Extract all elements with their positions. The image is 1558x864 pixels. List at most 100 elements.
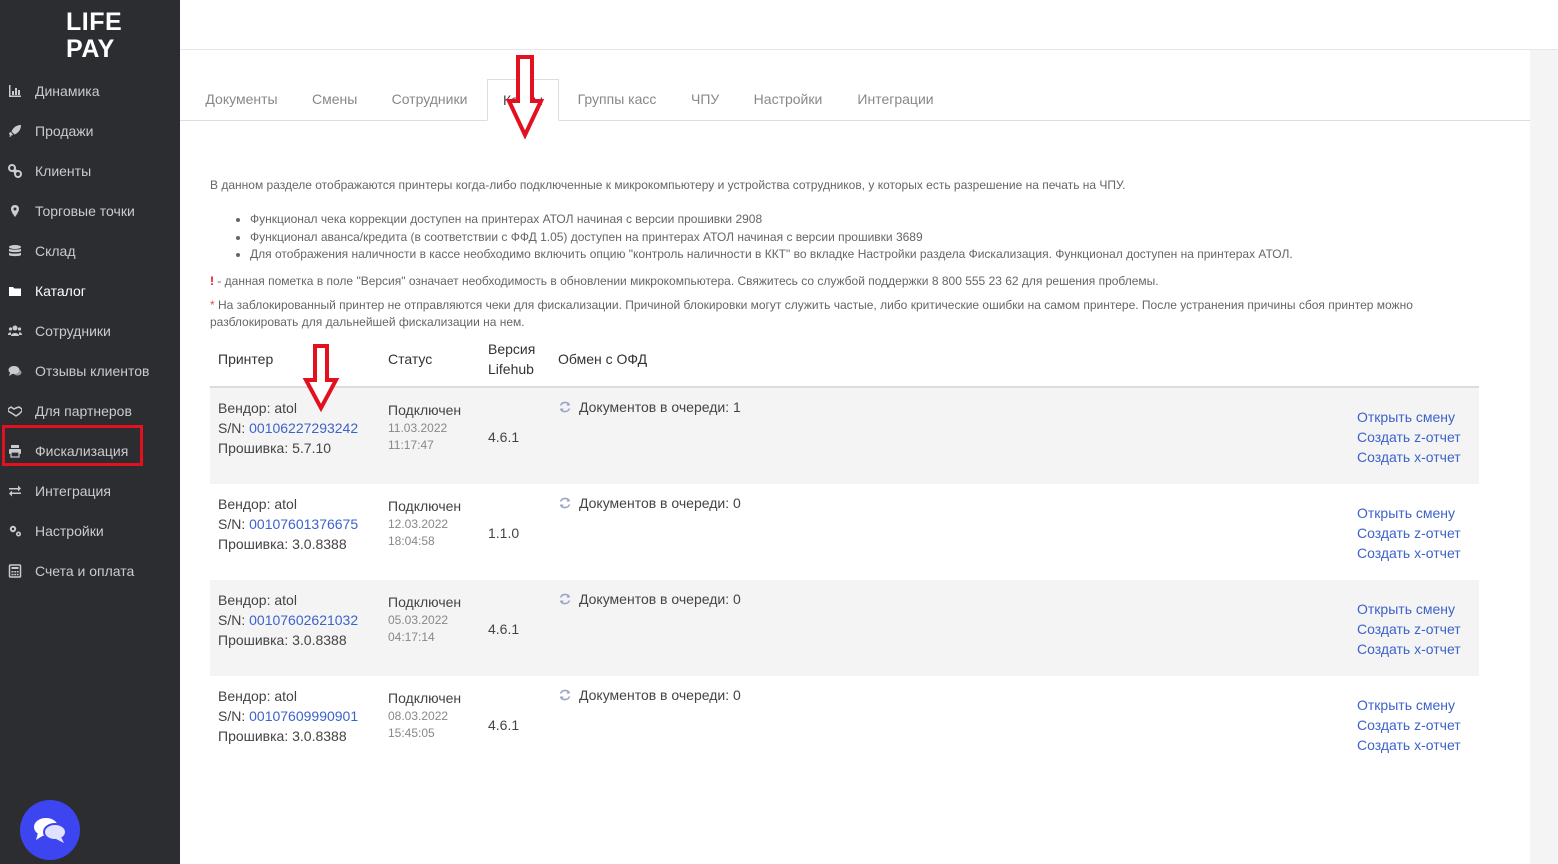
serial-number: S/N: 00107601376675	[218, 516, 359, 532]
info-bullet: Для отображения наличности в кассе необх…	[250, 246, 1293, 264]
sidebar-item-label: Каталог	[35, 283, 86, 299]
queue-count: Документов в очереди: 0	[579, 687, 741, 703]
open-shift-link[interactable]: Открыть смену	[1357, 503, 1461, 523]
sidebar-item-rocket[interactable]: Продажи	[0, 111, 180, 151]
lifehub-version: 4.6.1	[488, 621, 520, 637]
lifehub-version: 4.6.1	[488, 717, 520, 733]
serial-number: S/N: 00107602621032	[218, 612, 359, 628]
x-report-link[interactable]: Создать х-отчет	[1357, 735, 1461, 755]
sidebar-item-users[interactable]: Сотрудники	[0, 311, 180, 351]
handshake-icon	[8, 404, 22, 418]
sidebar-item-calculator[interactable]: Счета и оплата	[0, 551, 180, 591]
sidebar-item-cogs[interactable]: Настройки	[0, 511, 180, 551]
status-text: Подключен	[388, 402, 462, 418]
logo[interactable]: LIFE PAY	[66, 9, 122, 63]
z-report-link[interactable]: Создать z-отчет	[1357, 619, 1461, 639]
sync-icon[interactable]	[558, 591, 572, 605]
queue-count: Документов в очереди: 0	[579, 495, 741, 511]
status-cell: Подключен 08.03.2022 15:45:05	[388, 688, 461, 742]
sync-icon[interactable]	[558, 399, 572, 413]
status-time: 04:17:14	[388, 630, 435, 644]
ofd-exchange: Документов в очереди: 0	[558, 493, 741, 513]
scrollbar-track[interactable]	[1530, 50, 1558, 864]
sidebar-item-bar-chart[interactable]: Динамика	[0, 71, 180, 111]
sidebar-item-label: Интеграция	[35, 483, 111, 499]
sidebar-item-label: Продажи	[35, 123, 94, 139]
status-time: 18:04:58	[388, 534, 435, 548]
status-cell: Подключен 05.03.2022 04:17:14	[388, 592, 461, 646]
x-report-link[interactable]: Создать х-отчет	[1357, 543, 1461, 563]
row-actions: Открыть смену Создать z-отчет Создать х-от…	[1357, 695, 1461, 755]
serial-link[interactable]: 00107602621032	[249, 612, 358, 628]
tab-6[interactable]: Настройки	[753, 79, 823, 120]
info-bullets: Функционал чека коррекции доступен на пр…	[210, 211, 1293, 264]
folder-icon	[8, 284, 22, 298]
z-report-link[interactable]: Создать z-отчет	[1357, 523, 1461, 543]
vendor: Вендор: atol	[218, 592, 297, 608]
status-date: 11.03.2022	[388, 421, 448, 435]
ofd-exchange: Документов в очереди: 0	[558, 589, 741, 609]
tab-1[interactable]: Смены	[312, 79, 357, 120]
sidebar: LIFE PAY Динамика Продажи Клиенты Торговые …	[0, 0, 180, 864]
tab-4[interactable]: Группы касс	[577, 79, 657, 120]
tab-2[interactable]: Сотрудники	[391, 79, 468, 120]
tab-7[interactable]: Интеграции	[857, 79, 934, 120]
sidebar-item-label: Отзывы клиентов	[35, 363, 150, 379]
x-report-link[interactable]: Создать х-отчет	[1357, 639, 1461, 659]
firmware: Прошивка: 3.0.8388	[218, 728, 347, 744]
table-row: Вендор: atol S/N: 00107602621032 Прошивка:…	[210, 580, 1479, 676]
status-cell: Подключен 11.03.2022 11:17:47	[388, 400, 461, 454]
printer-info: Вендор: atol S/N: 00107601376675 Прошивка:…	[218, 494, 358, 554]
status-time: 11:17:47	[388, 438, 434, 452]
serial-link[interactable]: 00107601376675	[249, 516, 358, 532]
top-bar	[180, 0, 1558, 50]
header-version: Версия Lifehub	[488, 341, 536, 377]
map-marker-icon	[8, 204, 22, 218]
sidebar-item-label: Динамика	[35, 83, 100, 99]
printer-info: Вендор: atol S/N: 00107602621032 Прошивка:…	[218, 590, 358, 650]
status-text: Подключен	[388, 594, 462, 610]
vendor: Вендор: atol	[218, 496, 297, 512]
tab-0[interactable]: Документы	[204, 79, 279, 120]
info-intro: В данном разделе отображаются принтеры к…	[210, 178, 1126, 192]
chat-button[interactable]	[20, 800, 80, 860]
firmware: Прошивка: 3.0.8388	[218, 632, 347, 648]
sidebar-item-folder[interactable]: Каталог	[0, 271, 180, 311]
table-row: Вендор: atol S/N: 00106227293242 Прошивка:…	[210, 388, 1479, 484]
firmware: Прошивка: 5.7.10	[218, 440, 332, 456]
sync-icon[interactable]	[558, 495, 572, 509]
sidebar-item-database[interactable]: Склад	[0, 231, 180, 271]
lifehub-version: 1.1.0	[488, 525, 520, 541]
main-content: ДокументыСменыСотрудникиКассыГруппы касс…	[180, 50, 1530, 864]
serial-link[interactable]: 00106227293242	[249, 420, 358, 436]
tab-5[interactable]: ЧПУ	[691, 79, 719, 120]
header-ofd: Обмен с ОФД	[558, 351, 648, 367]
calculator-icon	[8, 564, 22, 578]
open-shift-link[interactable]: Открыть смену	[1357, 599, 1461, 619]
row-actions: Открыть смену Создать z-отчет Создать х-от…	[1357, 503, 1461, 563]
users-icon	[8, 324, 22, 338]
sidebar-item-map-marker[interactable]: Торговые точки	[0, 191, 180, 231]
open-shift-link[interactable]: Открыть смену	[1357, 407, 1461, 427]
table-row: Вендор: atol S/N: 00107601376675 Прошивка:…	[210, 484, 1479, 580]
serial-link[interactable]: 00107609990901	[249, 708, 358, 724]
sidebar-item-exchange[interactable]: Интеграция	[0, 471, 180, 511]
info-bullet: Функционал чека коррекции доступен на пр…	[250, 211, 1293, 229]
sidebar-item-link[interactable]: Клиенты	[0, 151, 180, 191]
fiscalization-highlight-box	[2, 425, 143, 466]
info-warning: ! - данная пометка в поле "Версия" означ…	[210, 274, 1159, 288]
sync-icon[interactable]	[558, 687, 572, 701]
z-report-link[interactable]: Создать z-отчет	[1357, 715, 1461, 735]
z-report-link[interactable]: Создать z-отчет	[1357, 427, 1461, 447]
x-report-link[interactable]: Создать х-отчет	[1357, 447, 1461, 467]
status-text: Подключен	[388, 690, 462, 706]
open-shift-link[interactable]: Открыть смену	[1357, 695, 1461, 715]
sidebar-item-comments[interactable]: Отзывы клиентов	[0, 351, 180, 391]
row-actions: Открыть смену Создать z-отчет Создать х-от…	[1357, 599, 1461, 659]
ofd-exchange: Документов в очереди: 0	[558, 685, 741, 705]
serial-number: S/N: 00107609990901	[218, 708, 359, 724]
sidebar-item-label: Счета и оплата	[35, 563, 135, 579]
row-actions: Открыть смену Создать z-отчет Создать х-от…	[1357, 407, 1461, 467]
status-text: Подключен	[388, 498, 462, 514]
database-icon	[8, 244, 22, 258]
